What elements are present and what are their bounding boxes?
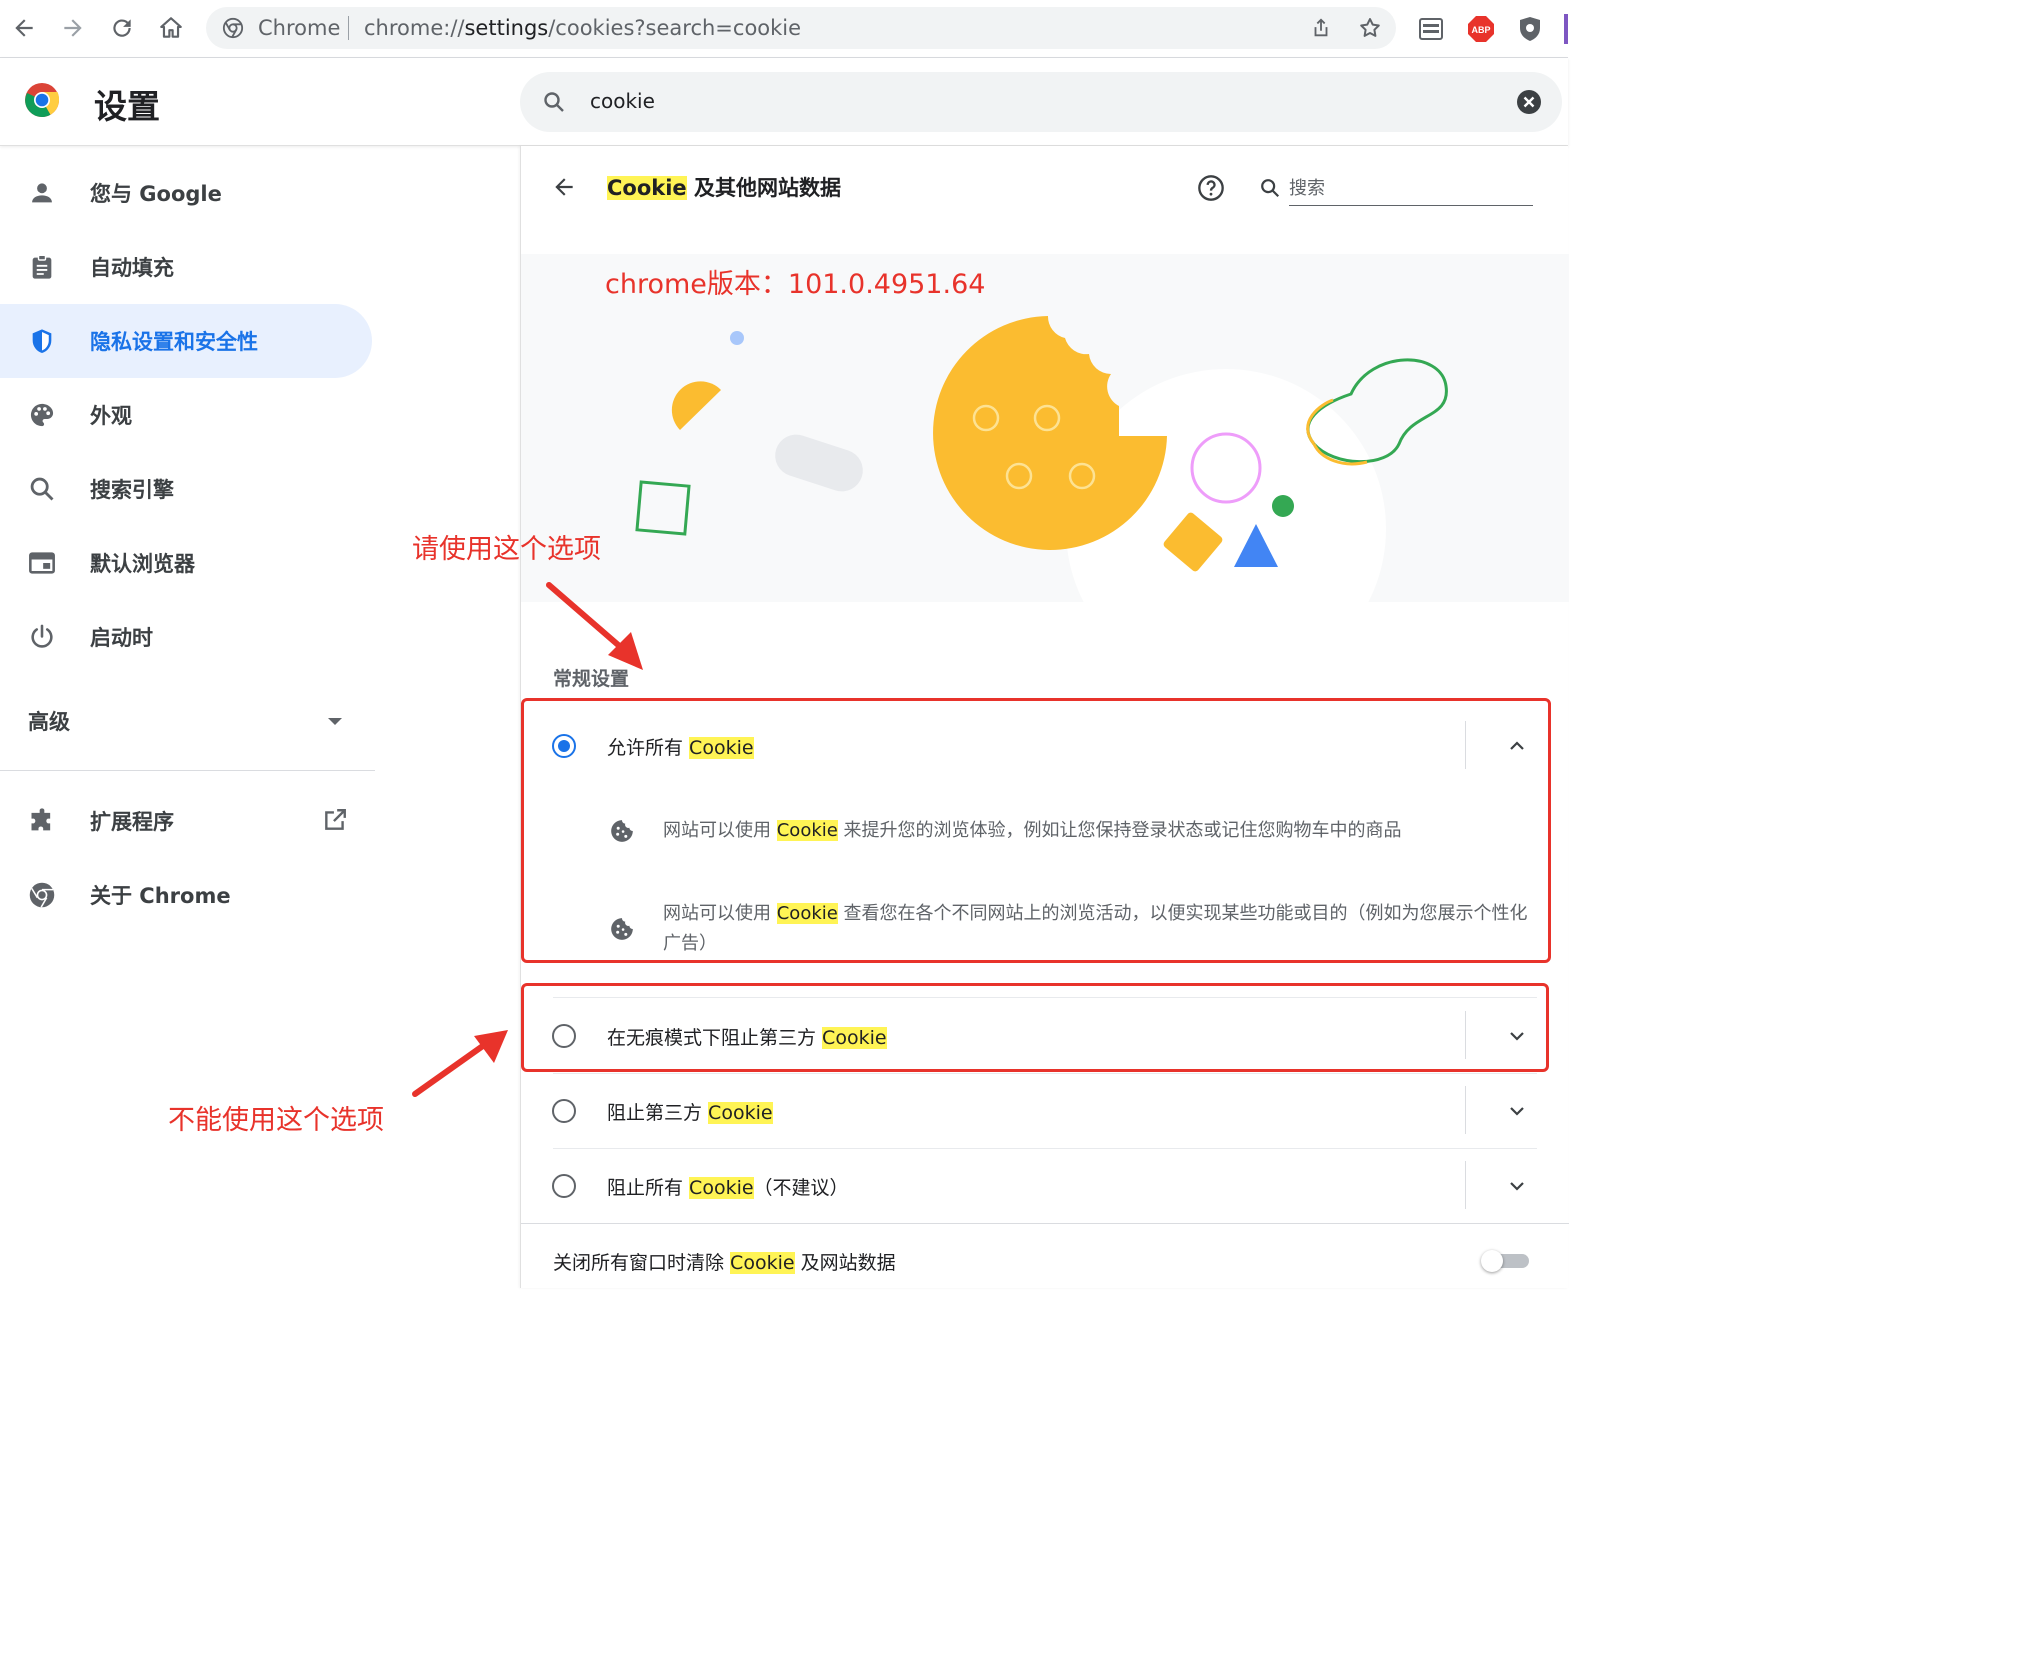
annotation-box-recommended <box>521 698 1551 963</box>
radio-block-third-party[interactable] <box>552 1099 576 1123</box>
clear-on-exit-toggle[interactable] <box>1481 1250 1529 1272</box>
browser-toolbar: Chrome chrome://settings/cookies?search=… <box>0 0 1568 58</box>
share-icon[interactable] <box>1310 17 1332 39</box>
power-icon <box>31 624 53 648</box>
sidebar-advanced[interactable]: 高级 <box>28 706 70 736</box>
chevron-down-icon[interactable] <box>1507 1101 1527 1121</box>
chrome-icon <box>29 882 55 908</box>
section-divider <box>521 1223 1569 1224</box>
section-label-general: 常规设置 <box>553 668 630 690</box>
sidebar-item-autofill[interactable]: 自动填充 <box>0 230 372 304</box>
vertical-separator <box>1465 1161 1466 1209</box>
search-icon <box>1261 179 1280 198</box>
reload-icon[interactable] <box>104 10 140 46</box>
annotation-dont-use: 不能使用这个选项 <box>168 1105 384 1136</box>
sidebar-item-label: 默认浏览器 <box>90 552 195 576</box>
ublock-origin-icon[interactable] <box>1515 14 1545 44</box>
sidebar-divider <box>0 770 375 771</box>
settings-search-input[interactable]: cookie <box>520 72 1562 132</box>
option-label: 阻止第三方 Cookie <box>607 1102 773 1124</box>
toggle-knob <box>1481 1250 1503 1272</box>
sidebar-item-label: 扩展程序 <box>90 810 174 834</box>
profile-edge <box>1564 14 1568 44</box>
home-icon[interactable] <box>153 10 189 46</box>
cookie-illustration: chrome版本：101.0.4951.64 <box>521 254 1569 602</box>
search-placeholder: 搜索 <box>1289 178 1325 199</box>
option-block-third-party[interactable]: 阻止第三方 Cookie <box>521 1073 1569 1148</box>
sidebar-item-default-browser[interactable]: 默认浏览器 <box>0 526 372 600</box>
site-chip: Chrome <box>258 16 341 40</box>
person-icon <box>32 183 52 203</box>
svg-text:ABP: ABP <box>1471 25 1490 35</box>
cookie-illustration-art <box>635 316 1448 602</box>
omnibox-separator <box>348 16 349 40</box>
address-bar[interactable]: Chrome chrome://settings/cookies?search=… <box>206 7 1396 49</box>
chrome-logo-icon <box>25 83 60 117</box>
sidebar-item-privacy[interactable]: 隐私设置和安全性 <box>0 304 372 378</box>
browser-window-icon <box>29 552 55 574</box>
sidebar-item-label: 关于 Chrome <box>90 884 231 908</box>
sidebar-item-extensions[interactable]: 扩展程序 <box>0 784 372 858</box>
open-in-new-icon <box>325 809 346 830</box>
sidebar-item-label: 启动时 <box>90 626 153 650</box>
subpage-title: Cookie 及其他网站数据 <box>607 176 841 200</box>
subpage-header: Cookie 及其他网站数据 搜索 <box>521 146 1569 226</box>
url-text: chrome://settings/cookies?search=cookie <box>364 16 802 40</box>
option-label: 阻止所有 Cookie（不建议） <box>607 1177 849 1199</box>
option-block-all[interactable]: 阻止所有 Cookie（不建议） <box>521 1148 1569 1223</box>
clipboard-icon <box>32 254 52 279</box>
reading-list-icon[interactable] <box>1416 14 1446 44</box>
clear-on-exit-label: 关闭所有窗口时清除 Cookie 及网站数据 <box>553 1252 896 1274</box>
sidebar-item-label: 搜索引擎 <box>90 478 174 502</box>
adblock-plus-icon[interactable]: ABP <box>1466 14 1496 44</box>
help-icon[interactable] <box>1197 174 1225 202</box>
sidebar-item-label: 您与 Google <box>90 182 222 206</box>
puzzle-icon <box>31 808 51 831</box>
chrome-site-icon <box>222 17 244 39</box>
page-title: 设置 <box>94 87 160 126</box>
version-annotation: chrome版本：101.0.4951.64 <box>605 269 986 300</box>
annotation-use-this: 请使用这个选项 <box>412 534 601 565</box>
sidebar-item-label: 外观 <box>90 404 132 428</box>
sidebar-item-about-chrome[interactable]: 关于 Chrome <box>0 858 372 932</box>
forward-icon[interactable] <box>55 10 91 46</box>
sidebar-item-label: 自动填充 <box>90 256 174 280</box>
palette-icon <box>30 403 54 427</box>
back-arrow-icon[interactable] <box>551 174 577 200</box>
search-query: cookie <box>590 89 655 113</box>
sidebar-item-appearance[interactable]: 外观 <box>0 378 372 452</box>
subpage-search-input[interactable]: 搜索 <box>1289 174 1533 206</box>
vertical-separator <box>1465 1086 1466 1134</box>
shield-icon <box>32 329 52 354</box>
sidebar-item-label: 隐私设置和安全性 <box>90 330 258 354</box>
search-icon <box>30 477 54 501</box>
sidebar-item-on-startup[interactable]: 启动时 <box>0 600 372 674</box>
annotation-box-not-recommended <box>521 983 1549 1072</box>
sidebar-item-search-engine[interactable]: 搜索引擎 <box>0 452 372 526</box>
clear-search-icon[interactable] <box>1516 89 1542 115</box>
settings-header: 设置 cookie <box>0 58 1568 146</box>
caret-down-icon[interactable] <box>328 718 342 725</box>
sidebar-item-you-and-google[interactable]: 您与 Google <box>0 156 372 230</box>
search-icon <box>544 92 564 112</box>
bookmark-star-icon[interactable] <box>1358 16 1382 40</box>
back-icon[interactable] <box>6 10 42 46</box>
radio-block-all[interactable] <box>552 1174 576 1198</box>
chevron-down-icon[interactable] <box>1507 1176 1527 1196</box>
